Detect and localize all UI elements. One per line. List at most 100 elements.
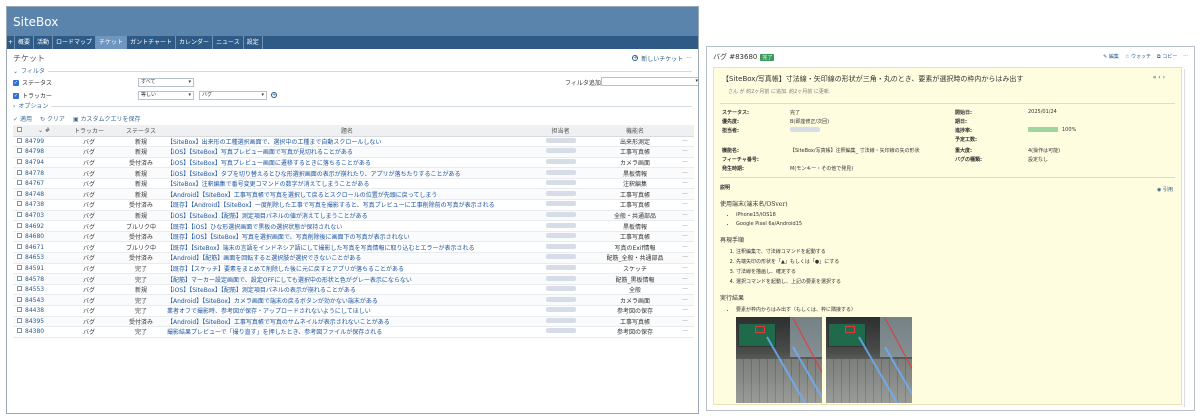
issue-subject-link[interactable]: 【既存】【SiteBox】端末の言語をインドネシア語にして撮影した写真を写真情報… [167, 241, 527, 254]
table-row[interactable]: 84738 バグ 受付済み 【既存】【Android】【SiteBox】一度削除した工… [13, 199, 694, 211]
tracker-filter-checkbox[interactable]: ✓ [13, 92, 19, 99]
issue-id-link[interactable]: 84578 [25, 273, 63, 285]
issue-subject-link[interactable]: 【既存】【iOS】ひな形選択画面で黒板の選択状態が保持されない [167, 220, 527, 232]
issue-id[interactable]: 84671 [25, 244, 44, 251]
issue-subject-link[interactable]: 【iOS】【SiteBox】【配筋】測定項目パネルの表示が崩れることがある [167, 284, 527, 296]
issue-id-link[interactable]: 84553 [25, 284, 63, 296]
issue-id[interactable]: 84799 [25, 138, 44, 145]
tracker-operator-select[interactable]: 等しい ▾ [138, 91, 194, 100]
issue-subject-link[interactable]: 【SiteBox】出来形の工種選択画面で、選択中の工種まで自動スクロールしない [167, 136, 527, 148]
issue-id[interactable]: 84553 [25, 286, 44, 293]
row-checkbox[interactable] [13, 326, 25, 338]
prev-next-nav[interactable]: « ‹ › [1153, 74, 1165, 81]
row-more-button[interactable]: ··· [676, 316, 694, 328]
row-checkbox[interactable] [13, 294, 25, 306]
issue-id[interactable]: 84692 [25, 223, 44, 230]
issue-id-link[interactable]: 84380 [25, 326, 63, 338]
issue-subject-link[interactable]: 【Android】【SiteBox】カメラ画面で端末の戻るボタンが効かない端末が… [167, 294, 527, 306]
watch-button[interactable]: ☆ ウォッチ [1125, 53, 1151, 60]
row-more-button[interactable]: ··· [676, 326, 694, 338]
row-more-button[interactable]: ··· [676, 252, 694, 264]
column-header-function[interactable]: 機能名 [594, 125, 676, 137]
row-checkbox[interactable] [13, 316, 25, 328]
issue-subject-link[interactable]: 【iOS】【SiteBox】【配筋】測定項目パネルの値が消えてしまうことがある [167, 210, 527, 222]
issue-id[interactable]: 84653 [25, 254, 44, 261]
tab-6[interactable]: ニュース [213, 36, 244, 49]
row-more-button[interactable]: ··· [676, 220, 694, 232]
table-row[interactable]: 84799 バグ 新規 【SiteBox】出来形の工種選択画面で、選択中の工種まで自動… [13, 136, 694, 148]
apply-button[interactable]: ✓ 適用 [13, 114, 32, 123]
more-menu-button[interactable]: ··· [686, 55, 692, 62]
issue-id[interactable]: 84767 [25, 180, 44, 187]
table-row[interactable]: 84553 バグ 新規 【iOS】【SiteBox】【配筋】測定項目パネルの表示が崩れ… [13, 284, 694, 296]
edit-button[interactable]: ✎ 編集 [1103, 53, 1119, 60]
issue-id[interactable]: 84798 [25, 148, 44, 155]
new-ticket-link[interactable]: + 新しいチケット ··· [632, 54, 692, 63]
issue-subject-link[interactable]: 【Android】【SiteBox】工事写真帳で写真のサムネイルが表示されないこ… [167, 316, 527, 328]
row-more-button[interactable]: ··· [676, 188, 694, 201]
issue-id[interactable]: 84578 [25, 276, 44, 283]
row-more-button[interactable]: ··· [676, 167, 694, 179]
add-value-icon[interactable]: + [271, 92, 277, 98]
row-checkbox[interactable] [13, 167, 25, 179]
table-row[interactable]: 84653 バグ 受付済み 【Android】【配筋】画面を回転すると選択肢が選択でき… [13, 252, 694, 264]
issue-id-link[interactable]: 84671 [25, 241, 63, 254]
issue-id[interactable]: 84738 [25, 201, 44, 208]
table-row[interactable]: 84380 バグ 完了 撮影結果プレビューで「撮り直す」を押したとき、参考図ファイルが… [13, 326, 694, 338]
tab-3[interactable]: チケット [96, 36, 128, 49]
issue-id[interactable]: 84380 [25, 328, 44, 335]
issue-id[interactable]: 84591 [25, 265, 44, 272]
row-checkbox[interactable] [13, 273, 25, 285]
tab-0[interactable]: 概要 [15, 36, 35, 49]
table-row[interactable]: 84543 バグ 完了 【Android】【SiteBox】カメラ画面で端末の戻るボタ… [13, 294, 694, 306]
table-row[interactable]: 84703 バグ 新規 【iOS】【SiteBox】【配筋】測定項目パネルの値が消えて… [13, 210, 694, 222]
clear-button[interactable]: ↻ クリア [40, 114, 65, 123]
row-more-button[interactable]: ··· [676, 273, 694, 285]
issue-subject-link[interactable]: 【配筋】マーカー設定画面で、設定OFFにしても選択中の形状と色がグレー表示になら… [167, 273, 527, 285]
filter-section-toggle[interactable]: ⌄ フィルタ [13, 67, 692, 76]
attachment-photo-2[interactable] [826, 317, 912, 403]
row-more-button[interactable]: ··· [676, 305, 694, 317]
issue-id[interactable]: 84680 [25, 233, 44, 240]
row-more-button[interactable]: ··· [676, 284, 694, 296]
issue-id-link[interactable]: 84767 [25, 178, 63, 190]
copy-button[interactable]: ⧉ コピー [1157, 53, 1177, 60]
issue-id-link[interactable]: 84680 [25, 231, 63, 243]
row-checkbox[interactable] [13, 146, 25, 158]
issue-subject-link[interactable]: 【iOS】【SiteBox】写真プレビュー画面で写真が見切れることがある [167, 146, 527, 158]
issue-subject-link[interactable]: 【iOS】【SiteBox】写真プレビュー画面に遷移するときに落ちることがある [167, 157, 527, 169]
row-more-button[interactable]: ··· [676, 210, 694, 222]
issue-id-link[interactable]: 84543 [25, 294, 63, 306]
issue-subject-link[interactable]: 【既存】【iOS】【SiteBox】写真を選択画面で、写真削除後に画面下の写真が… [167, 231, 527, 243]
row-more-button[interactable]: ··· [676, 199, 694, 211]
issue-subject-link[interactable]: 【SiteBox】注釈編集で番号変更コマンドの数字が消えてしまうことがある [167, 178, 527, 190]
issue-id-link[interactable]: 84794 [25, 157, 63, 169]
issue-id-link[interactable]: 84778 [25, 167, 63, 179]
issue-subject-link[interactable]: 業者オフで撮影時、参考図が保存・アップロードされないようにしてほしい [167, 305, 527, 317]
issue-subject-link[interactable]: 【Android】【配筋】画面を回転すると選択肢が選択できないことがある [167, 252, 527, 264]
issue-subject-link[interactable]: 【iOS】【SiteBox】タブを切り替えるとひな形選択画面の表示が崩れたり、ア… [167, 167, 527, 179]
issue-id-link[interactable]: 84692 [25, 220, 63, 232]
column-header-tracker[interactable]: トラッカー [63, 125, 115, 137]
tab-7[interactable]: 設定 [244, 36, 263, 49]
row-checkbox[interactable] [13, 199, 25, 211]
issue-id-link[interactable]: 84748 [25, 188, 63, 201]
save-query-button[interactable]: ▣ カスタムクエリを保存 [73, 114, 141, 123]
row-checkbox[interactable] [13, 157, 25, 169]
issue-id-link[interactable]: 84738 [25, 199, 63, 211]
issue-id-link[interactable]: 84653 [25, 252, 63, 264]
quote-button[interactable]: ◉ 引用 [1157, 186, 1173, 193]
issue-id-link[interactable]: 84591 [25, 263, 63, 275]
table-row[interactable]: 84578 バグ 完了 【配筋】マーカー設定画面で、設定OFFにしても選択中の形状と色… [13, 273, 694, 285]
row-checkbox[interactable] [13, 231, 25, 243]
row-more-button[interactable]: ··· [676, 136, 694, 148]
issue-id[interactable]: 84748 [25, 191, 44, 198]
table-row[interactable]: 84395 バグ 受付済み 【Android】【SiteBox】工事写真帳で写真のサム… [13, 316, 694, 328]
issue-id[interactable]: 84438 [25, 307, 44, 314]
attachment-photo-1[interactable] [736, 317, 822, 403]
issue-id-link[interactable]: 84395 [25, 316, 63, 328]
table-row[interactable]: 84794 バグ 受付済み 【iOS】【SiteBox】写真プレビュー画面に遷移すると… [13, 157, 694, 169]
table-row[interactable]: 84680 バグ 受付済み 【既存】【iOS】【SiteBox】写真を選択画面で、写真… [13, 231, 694, 243]
row-checkbox[interactable] [13, 252, 25, 264]
issue-subject-link[interactable]: 【Android】【SiteBox】工事写真帳で写真を選択して戻るとスクロールの… [167, 188, 527, 201]
